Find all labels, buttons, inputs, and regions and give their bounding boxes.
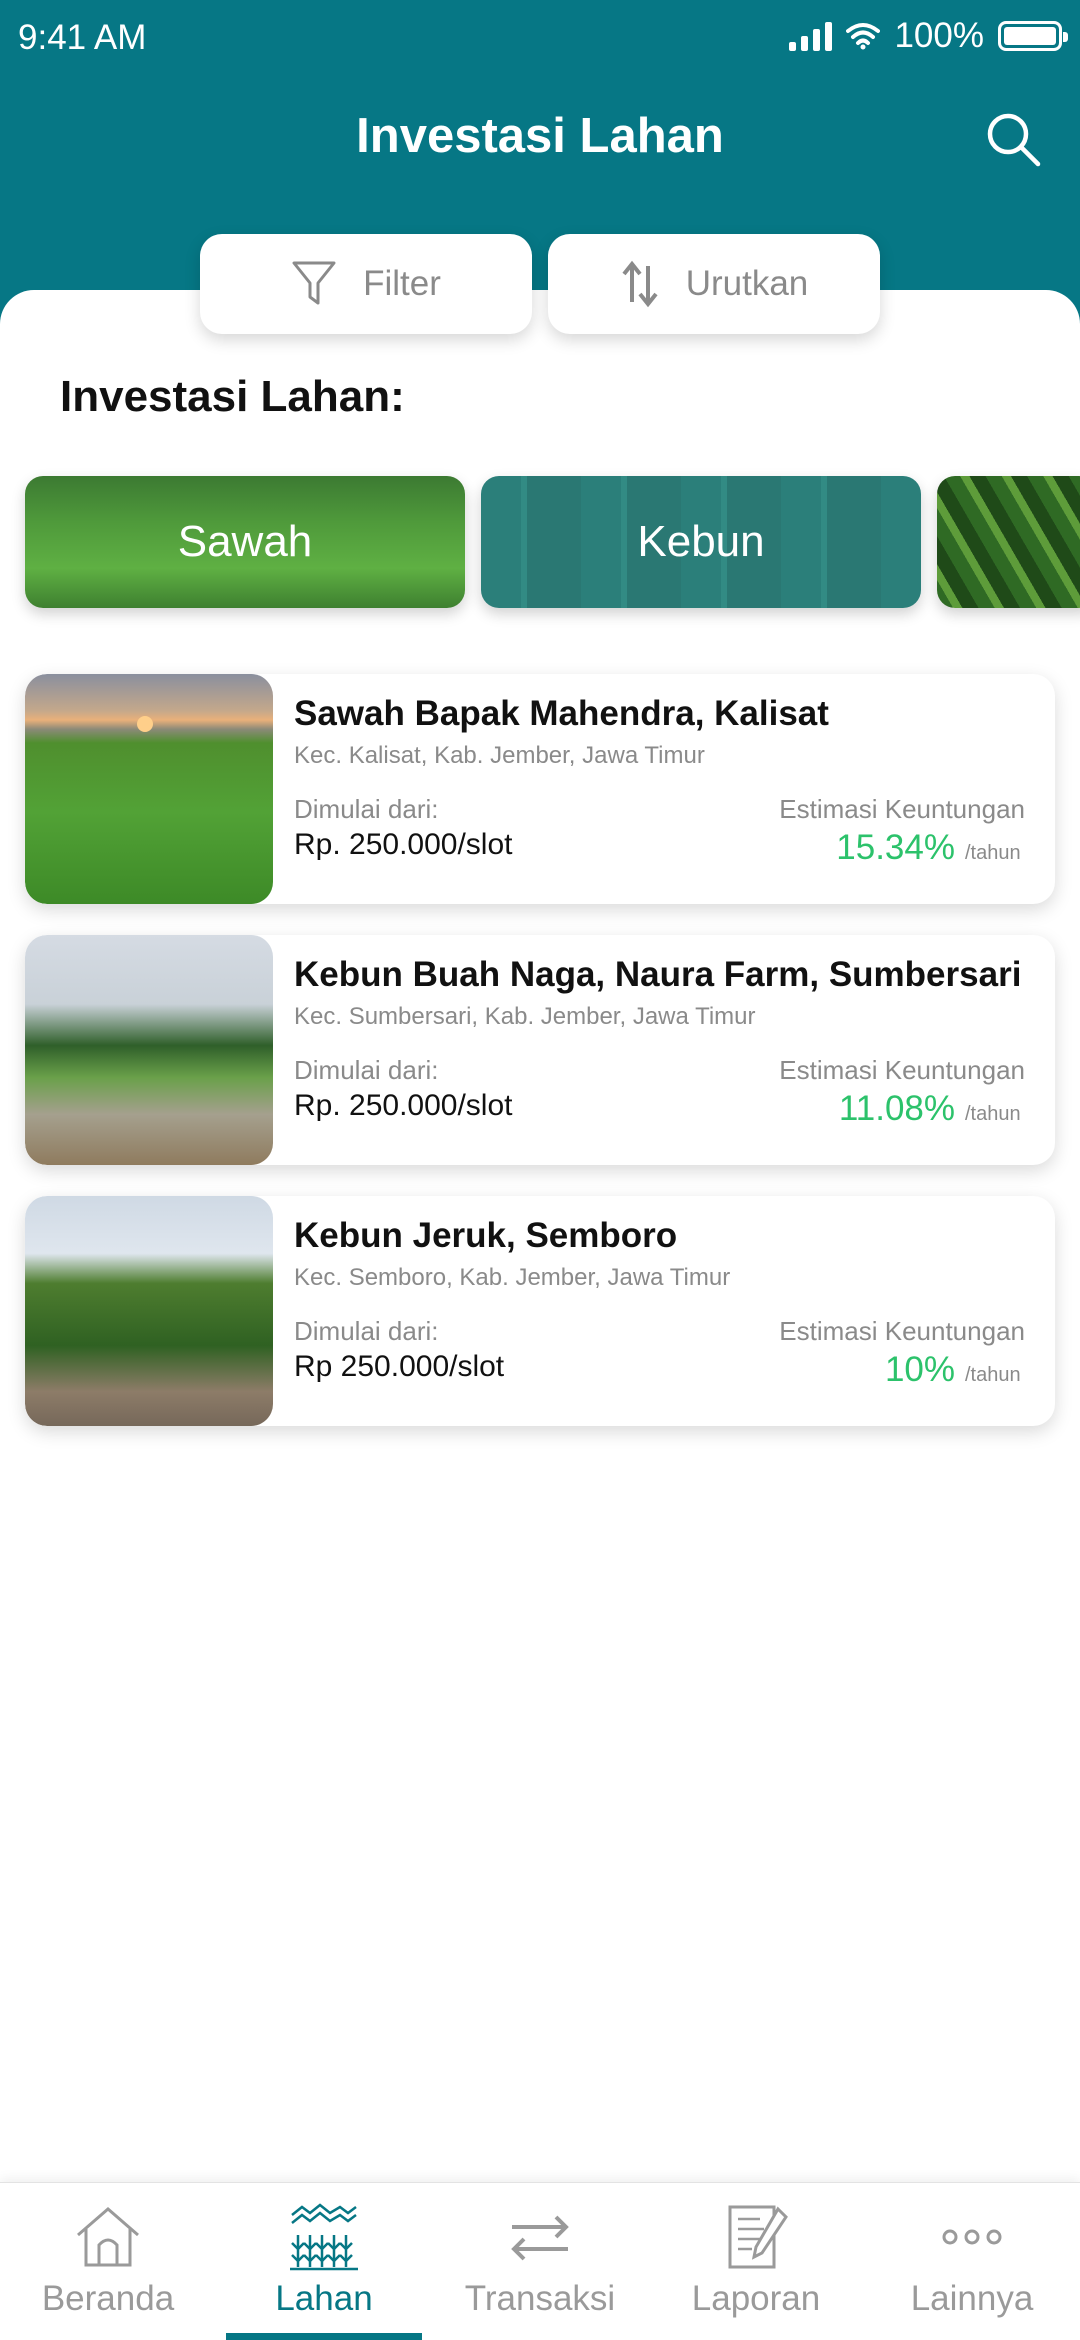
listing-price: Rp 250.000/slot [294,1350,505,1383]
listing-price: Rp. 250.000/slot [294,828,513,861]
price-label: Dimulai dari: [294,1316,439,1346]
nav-lahan[interactable]: Lahan [216,2183,432,2340]
nav-label: Lahan [275,2279,373,2318]
estimate-label: Estimasi Keuntungan [779,1316,1025,1346]
nav-label: Transaksi [464,2279,616,2318]
status-indicators: 100% [789,16,1068,56]
sort-label: Urutkan [685,264,809,303]
nav-laporan[interactable]: Laporan [648,2183,864,2340]
listing-name: Sawah Bapak Mahendra, Kalisat [294,694,829,733]
sort-arrows-icon [622,260,658,308]
estimate-label: Estimasi Keuntungan [779,1055,1025,1085]
section-title: Investasi Lahan: [60,372,405,421]
profit-value: 10% [884,1350,955,1389]
wifi-icon [846,23,881,50]
category-label: Sawah [177,517,313,566]
transfer-icon [511,2215,569,2261]
listing-price: Rp. 250.000/slot [294,1089,513,1122]
listing-name: Kebun Jeruk, Semboro [294,1216,678,1255]
category-third[interactable] [937,476,1080,608]
nav-label: Lainnya [910,2279,1034,2318]
sort-button[interactable]: Urutkan [548,234,880,334]
profit-group: 15.34% /tahun [836,828,1025,868]
listing-card[interactable]: Kebun Buah Naga, Naura Farm, Sumbersari … [25,935,1055,1165]
estimate-label: Estimasi Keuntungan [779,794,1025,824]
field-icon [290,2203,358,2271]
profit-group: 10% /tahun [885,1350,1025,1390]
listing-location: Kec. Sumbersari, Kab. Jember, Jawa Timur [294,1003,756,1030]
profit-unit: /tahun [965,1103,1021,1125]
price-label: Dimulai dari: [294,794,439,824]
listing-photo [25,1196,273,1426]
battery-icon [998,21,1068,51]
page-title: Investasi Lahan [356,109,724,163]
category-sawah[interactable]: Sawah [25,476,465,608]
nav-transaksi[interactable]: Transaksi [432,2183,648,2340]
profit-group: 11.08% /tahun [839,1089,1025,1129]
nav-label: Laporan [691,2279,821,2318]
funnel-icon [292,261,336,305]
filter-label: Filter [363,264,441,303]
listing-photo [25,935,273,1165]
listing-card[interactable]: Kebun Jeruk, Semboro Kec. Semboro, Kab. … [25,1196,1055,1426]
filter-button[interactable]: Filter [200,234,532,334]
listing-location: Kec. Semboro, Kab. Jember, Jawa Timur [294,1264,731,1291]
profit-unit: /tahun [965,842,1021,864]
more-icon [942,2229,1002,2245]
listing-name: Kebun Buah Naga, Naura Farm, Sumbersari [294,955,1022,994]
bottom-nav: Beranda Lahan Transaksi Laporan Lainnya [0,2182,1080,2340]
status-bar: 9:41 AM 100% [0,0,1080,80]
listing-card[interactable]: Sawah Bapak Mahendra, Kalisat Kec. Kalis… [25,674,1055,904]
listing-photo [25,674,273,904]
profit-value: 11.08% [838,1089,955,1128]
listing-location: Kec. Kalisat, Kab. Jember, Jawa Timur [294,742,705,769]
battery-percent: 100% [894,16,984,55]
report-icon [728,2205,788,2269]
price-label: Dimulai dari: [294,1055,439,1085]
home-icon [77,2207,139,2267]
category-label: Kebun [637,517,765,566]
status-time: 9:41 AM [18,18,147,57]
cellular-signal-icon [789,21,833,51]
profit-unit: /tahun [965,1364,1021,1386]
search-icon[interactable] [982,108,1046,172]
profit-value: 15.34% [836,828,955,867]
nav-lainnya[interactable]: Lainnya [864,2183,1080,2340]
nav-beranda[interactable]: Beranda [0,2183,216,2340]
category-kebun[interactable]: Kebun [481,476,921,608]
nav-label: Beranda [41,2279,175,2318]
app-header: 9:41 AM 100% Investasi Lahan [0,0,1080,330]
